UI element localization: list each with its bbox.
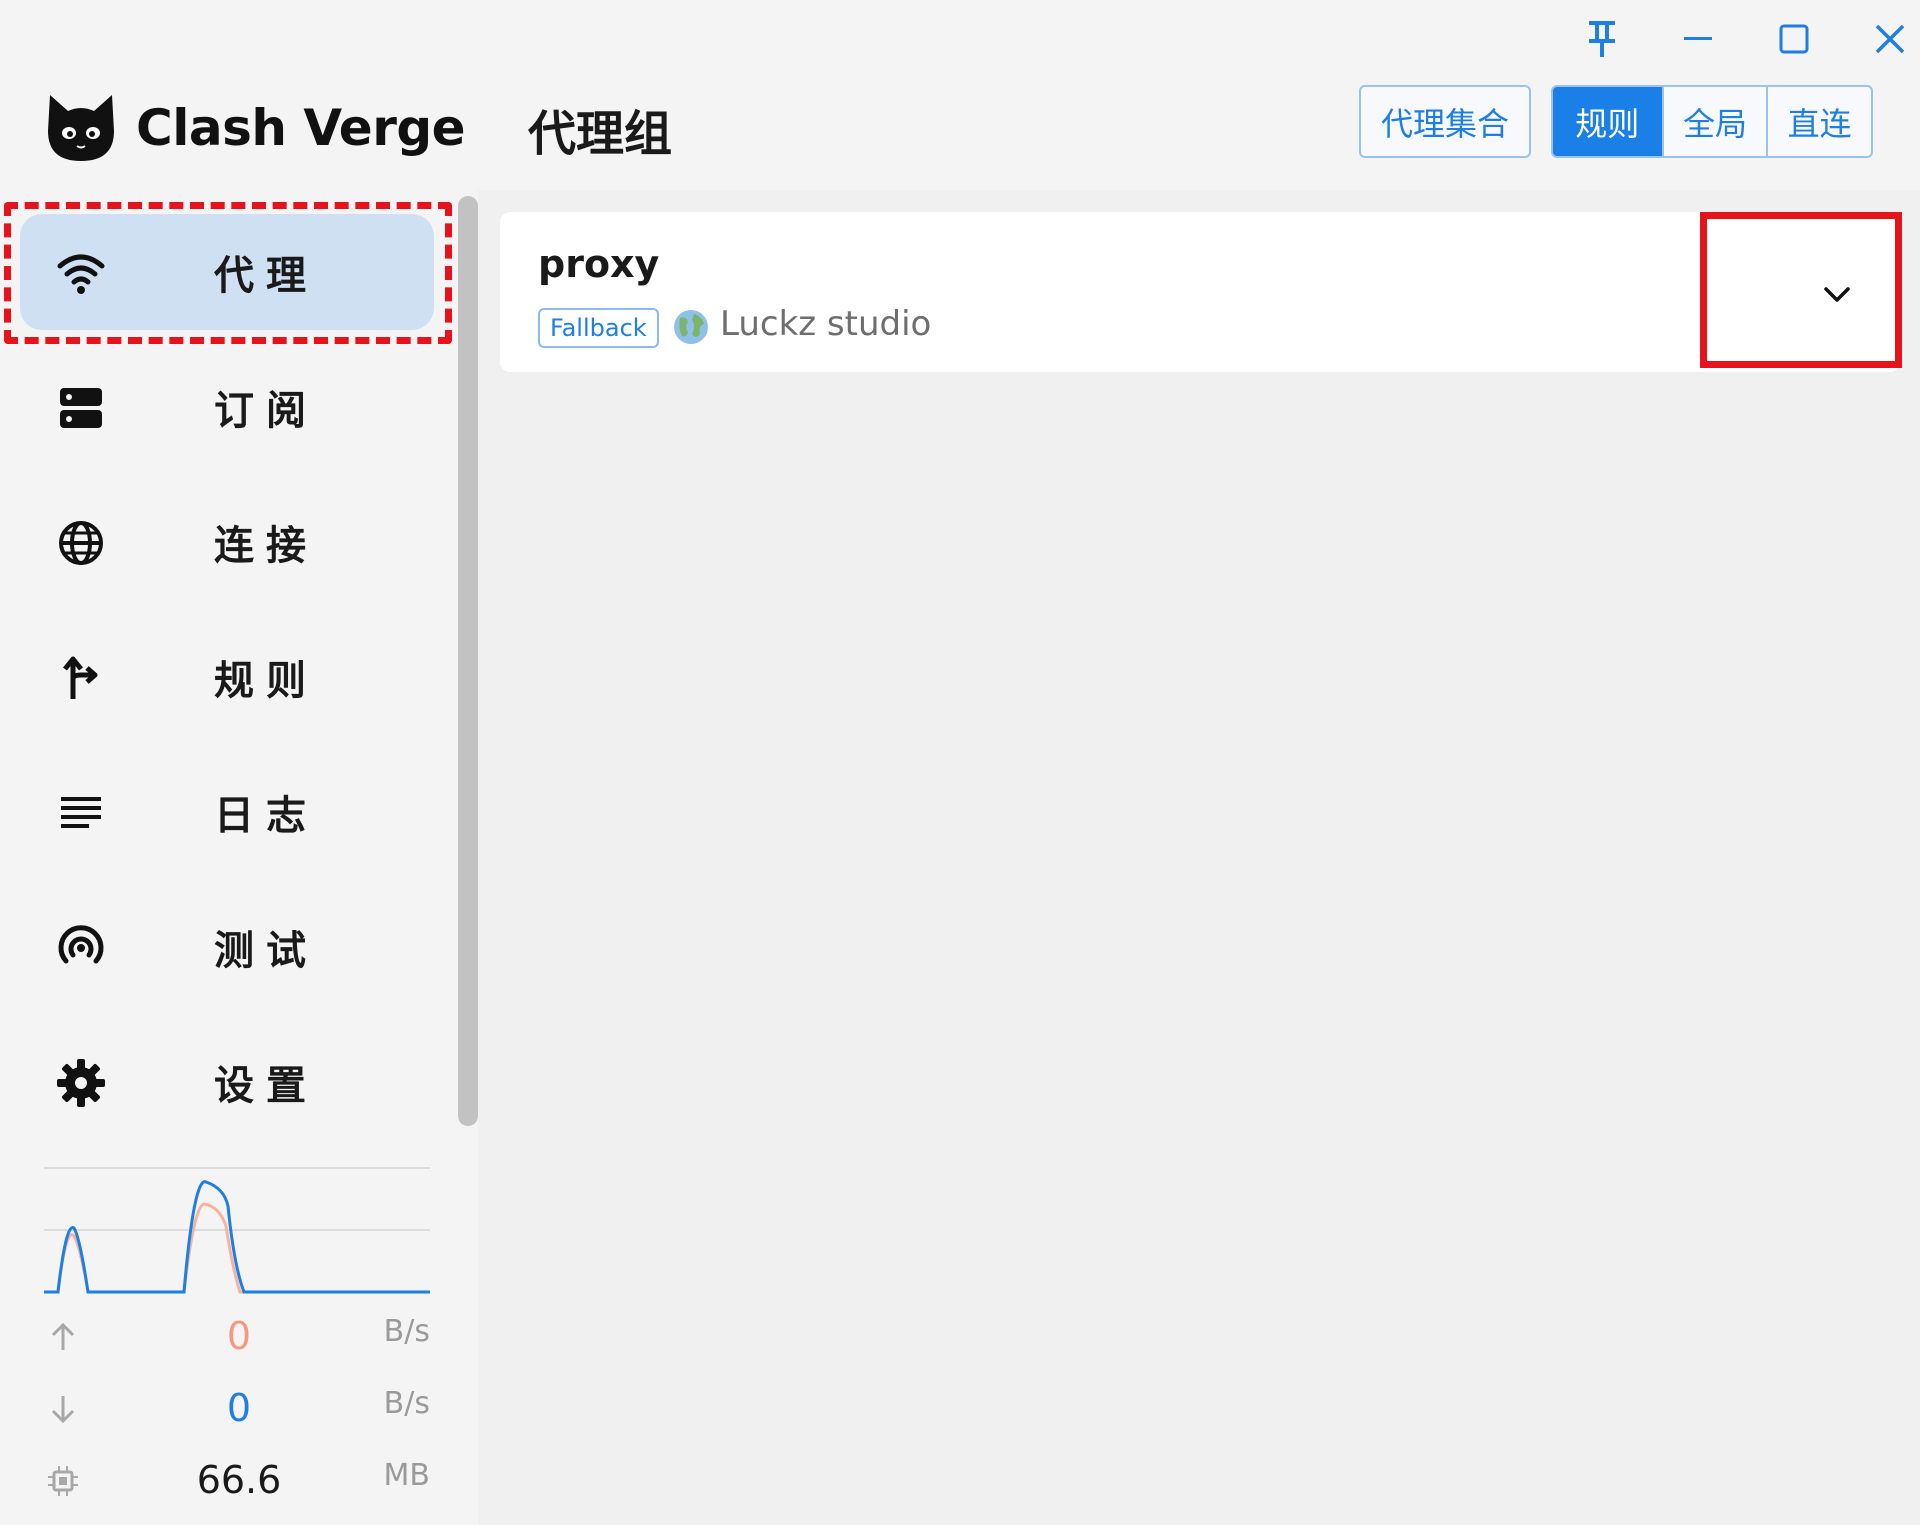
memory-unit: MB: [383, 1458, 430, 1493]
mode-rule-button[interactable]: 规则: [1553, 87, 1662, 156]
sidebar-item-subscriptions[interactable]: 订阅: [20, 349, 434, 465]
sidebar-item-label: 连接: [214, 523, 318, 569]
close-icon: [1875, 24, 1905, 54]
mode-switch: 规则 全局 直连: [1551, 85, 1873, 158]
group-type-badge: Fallback: [538, 308, 659, 348]
sidebar-item-label: 测试: [214, 928, 318, 974]
maximize-button[interactable]: [1764, 14, 1824, 64]
server-icon: [56, 385, 106, 431]
app-window: Clash Verge 代理 订阅 连接 规则 日志 测试 设置 0 B/s 0…: [0, 0, 1920, 1525]
app-name: Clash Verge: [136, 99, 466, 157]
top-bar: 代理组 代理集合 规则 全局 直连: [478, 0, 1920, 190]
sidebar-item-rules[interactable]: 规则: [20, 619, 434, 735]
mode-global-button[interactable]: 全局: [1661, 87, 1767, 156]
globe-icon: [56, 520, 106, 566]
minimize-button[interactable]: [1668, 14, 1728, 64]
highlight-solid-box: [1700, 212, 1902, 368]
sidebar-item-settings[interactable]: 设置: [20, 1024, 434, 1140]
sidebar-item-label: 设置: [214, 1063, 318, 1109]
download-value: 0: [226, 1386, 252, 1430]
upload-stat: 0 B/s: [44, 1314, 430, 1364]
group-name: proxy: [538, 242, 660, 286]
pin-button[interactable]: [1572, 14, 1632, 64]
sidebar-item-connections[interactable]: 连接: [20, 484, 434, 600]
arrow-up-icon: [51, 1322, 75, 1350]
pin-icon: [1589, 21, 1615, 57]
app-logo: Clash Verge: [44, 88, 466, 168]
fork-arrow-icon: [56, 655, 106, 701]
page-title: 代理组: [528, 106, 673, 162]
close-button[interactable]: [1860, 14, 1920, 64]
sidebar-item-label: 规则: [214, 658, 318, 704]
sidebar-nav: 代理 订阅 连接 规则 日志 测试 设置: [20, 214, 434, 1159]
cat-logo-icon: [48, 95, 114, 161]
sidebar-item-label: 订阅: [214, 388, 318, 434]
traffic-graph: [44, 1167, 430, 1294]
proxy-set-button[interactable]: 代理集合: [1359, 85, 1531, 158]
memory-value: 66.6: [196, 1458, 282, 1502]
upload-value: 0: [226, 1314, 252, 1358]
selected-proxy-name: Luckz studio: [720, 304, 932, 344]
minimize-icon: [1684, 37, 1712, 40]
memory-stat: 66.6 MB: [44, 1458, 430, 1508]
download-stat: 0 B/s: [44, 1386, 430, 1436]
download-unit: B/s: [383, 1386, 430, 1421]
arrow-down-icon: [51, 1396, 75, 1424]
sidebar: Clash Verge 代理 订阅 连接 规则 日志 测试 设置 0 B/s 0…: [0, 0, 478, 1525]
maximize-icon: [1779, 24, 1809, 54]
radar-icon: [56, 925, 106, 971]
sidebar-scrollbar[interactable]: [458, 196, 478, 1126]
gear-icon: [56, 1059, 106, 1107]
list-lines-icon: [56, 790, 106, 836]
globe-emoji-icon: [674, 310, 708, 344]
proxy-group-card[interactable]: proxy Fallback Luckz studio: [500, 212, 1900, 372]
upload-unit: B/s: [383, 1314, 430, 1349]
chip-icon: [48, 1466, 78, 1496]
mode-direct-button[interactable]: 直连: [1766, 87, 1871, 156]
sidebar-item-test[interactable]: 测试: [20, 889, 434, 1005]
highlight-dashed-box: [4, 202, 452, 344]
sidebar-item-label: 日志: [214, 793, 318, 839]
sidebar-item-logs[interactable]: 日志: [20, 754, 434, 870]
